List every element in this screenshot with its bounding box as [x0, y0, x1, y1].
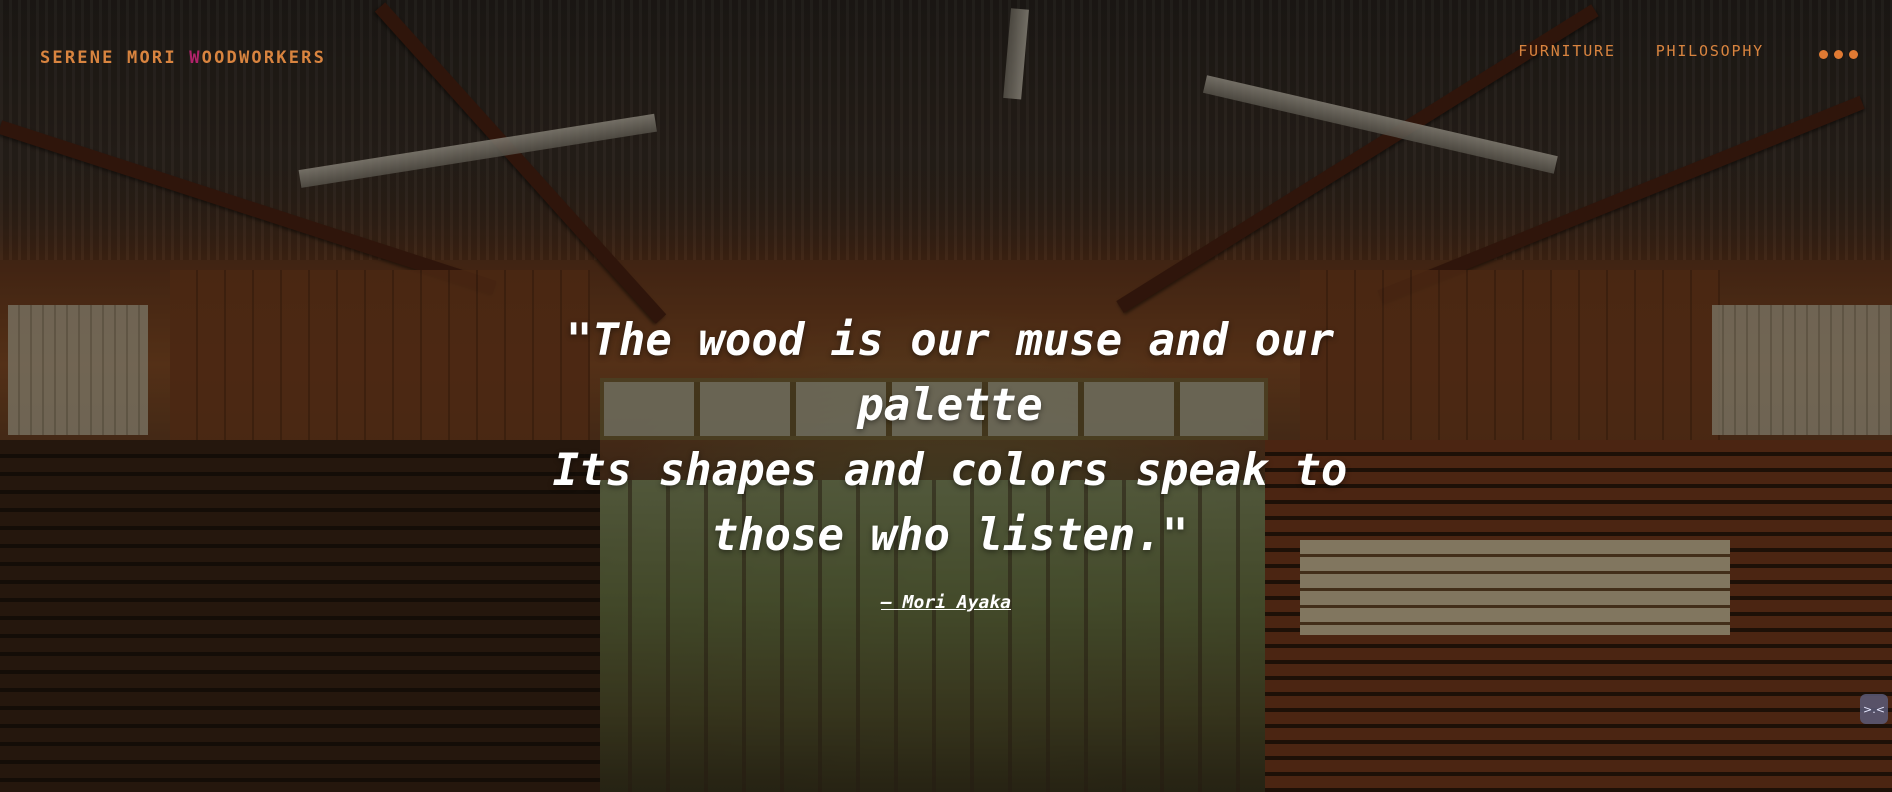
ellipsis-icon[interactable] [1819, 50, 1858, 59]
quote-author-link[interactable]: — Mori Ayaka [0, 592, 1892, 613]
quote-line: those who listen." [711, 510, 1189, 561]
quote-line: Its shapes and colors speak to [552, 445, 1348, 496]
dot [1834, 50, 1843, 59]
nav-item-furniture[interactable]: FURNITURE [1518, 42, 1615, 60]
quote-line: "The wood is our muse and our [565, 315, 1335, 366]
collapse-icon-glyph: >.< [1863, 702, 1885, 716]
quote-line: palette [857, 380, 1043, 431]
collapse-icon[interactable]: >.< [1860, 694, 1888, 724]
main-nav: FURNITURE PHILOSOPHY [1518, 42, 1764, 60]
dot [1819, 50, 1828, 59]
brand-text-highlight: W [189, 48, 202, 68]
hero-quote: "The wood is our muse and our palette It… [470, 308, 1430, 568]
nav-item-philosophy[interactable]: PHILOSOPHY [1656, 42, 1764, 60]
brand-text-prefix: SERENE MORI [40, 48, 190, 68]
brand-logo[interactable]: SERENE MORI WOODWORKERS [40, 48, 326, 68]
brand-text-suffix: OODWORKERS [201, 48, 327, 68]
hero-section: SERENE MORI WOODWORKERS FURNITURE PHILOS… [0, 0, 1892, 792]
dot [1849, 50, 1858, 59]
